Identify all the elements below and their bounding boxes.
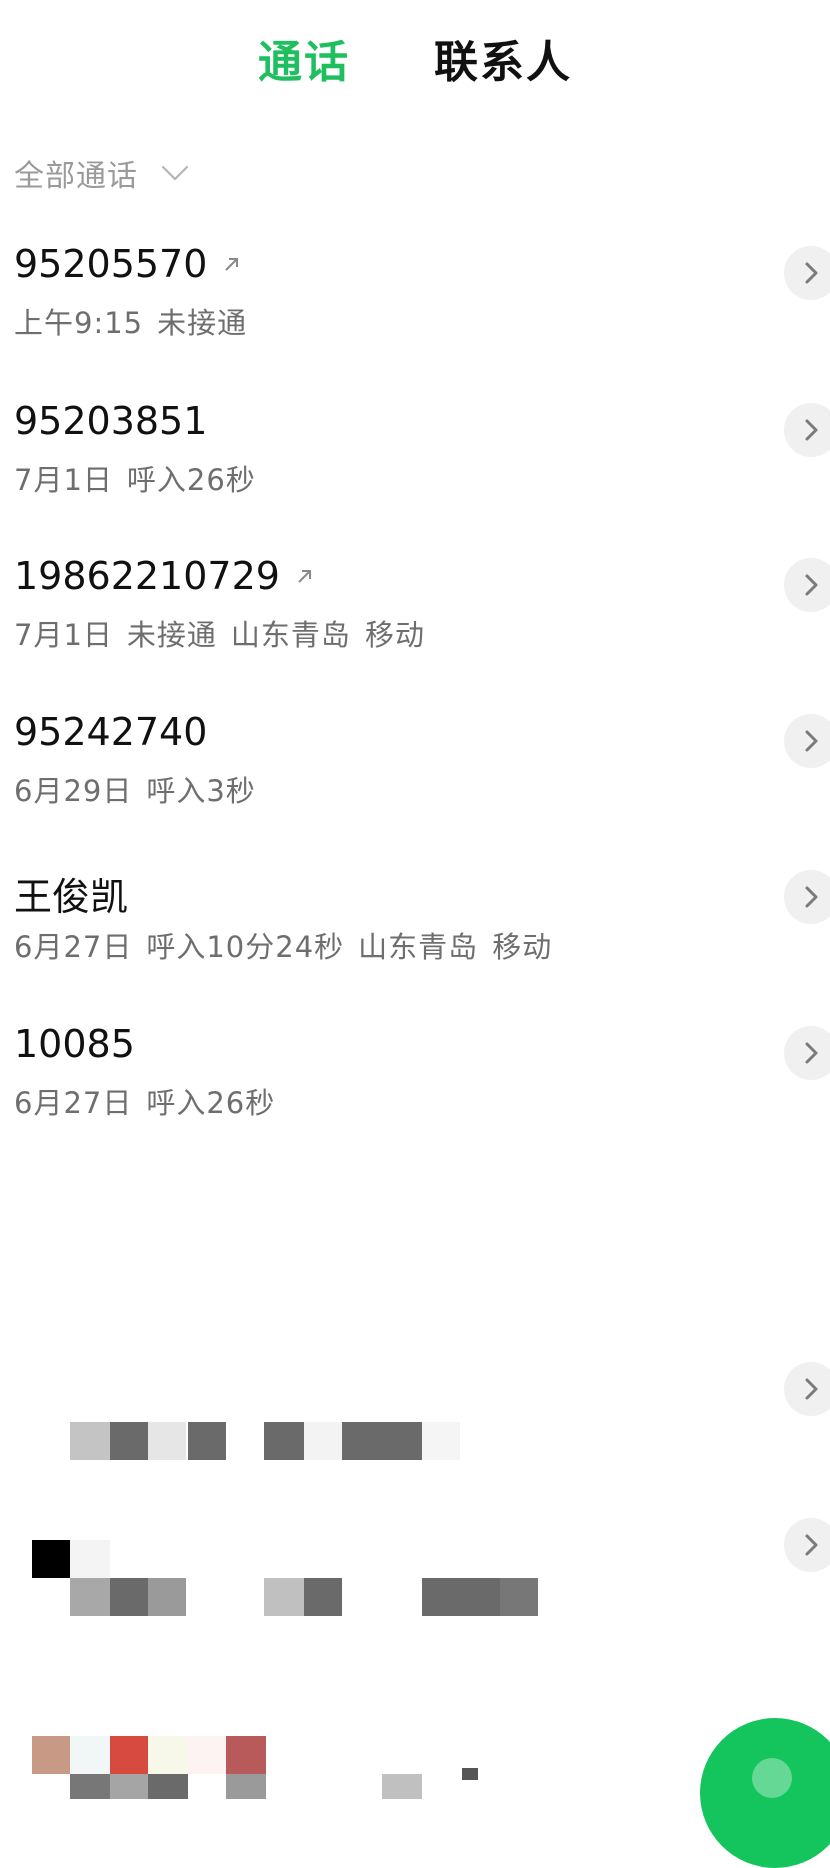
call-details-button[interactable] — [784, 403, 830, 457]
redacted-call-row[interactable] — [0, 1320, 830, 1616]
call-row[interactable]: 10085 6月27日 呼入26秒 — [0, 1008, 830, 1158]
redacted-pixel — [110, 1736, 148, 1774]
call-row[interactable]: 95203851 7月1日 呼入26秒 — [0, 385, 830, 535]
redacted-pixel — [110, 1774, 148, 1799]
redacted-pixel — [226, 1736, 266, 1774]
chevron-right-icon — [805, 419, 818, 441]
outgoing-call-arrow-icon — [298, 570, 311, 583]
call-row[interactable]: 王俊凯 6月27日 呼入10分24秒 山东青岛 移动 — [0, 852, 830, 1002]
call-filter-label: 全部通话 — [14, 159, 138, 194]
call-details: 6月27日 呼入26秒 — [14, 1080, 289, 1122]
call-details-button[interactable] — [784, 1026, 830, 1080]
call-date: 6月29日 — [14, 774, 133, 808]
redacted-pixel — [226, 1774, 266, 1799]
call-title: 19862210729 — [14, 554, 314, 598]
call-number: 10085 — [14, 1022, 135, 1066]
call-location: 山东青岛 — [230, 618, 351, 652]
call-title: 95205570 — [14, 242, 241, 286]
call-details: 7月1日 呼入26秒 — [14, 457, 270, 499]
call-details: 7月1日 未接通 山东青岛 移动 — [14, 612, 439, 654]
top-tabs: 通话 联系人 — [0, 18, 830, 88]
call-time: 上午9:15 — [14, 306, 144, 340]
redacted-call-row[interactable] — [0, 1164, 830, 1460]
call-number: 95205570 — [14, 242, 208, 286]
call-title: 95203851 — [14, 399, 207, 443]
call-status: 未接通 — [157, 306, 248, 340]
call-carrier: 移动 — [364, 618, 425, 652]
call-row[interactable]: 95242740 6月29日 呼入3秒 — [0, 696, 830, 846]
redacted-pixel — [188, 1736, 226, 1774]
dial-icon — [752, 1758, 792, 1798]
redacted-pixel — [462, 1768, 478, 1780]
tab-calls[interactable]: 通话 — [258, 26, 350, 90]
outgoing-call-arrow-icon — [225, 258, 239, 271]
call-status: 未接通 — [126, 618, 217, 652]
call-date: 7月1日 — [14, 463, 113, 497]
call-details: 6月29日 呼入3秒 — [14, 768, 270, 810]
call-number: 19862210729 — [14, 554, 280, 598]
call-date: 6月27日 — [14, 1086, 133, 1120]
chevron-right-icon — [805, 262, 818, 284]
call-details-button[interactable] — [784, 714, 830, 768]
redacted-pixel — [70, 1774, 110, 1799]
chevron-right-icon — [805, 574, 818, 596]
call-details: 上午9:15 未接通 — [14, 300, 261, 342]
call-details-button[interactable] — [784, 246, 830, 300]
call-details-button[interactable] — [784, 558, 830, 612]
redacted-pixel — [32, 1736, 70, 1774]
call-details-button[interactable] — [784, 870, 830, 924]
redacted-pixel — [382, 1774, 422, 1799]
call-title: 95242740 — [14, 710, 207, 754]
call-title: 王俊凯 — [14, 866, 128, 921]
call-number: 95242740 — [14, 710, 208, 754]
redacted-pixel — [148, 1774, 188, 1799]
tab-contacts[interactable]: 联系人 — [434, 26, 572, 90]
call-number: 95203851 — [14, 399, 208, 443]
call-status: 呼入10分24秒 — [146, 930, 345, 964]
call-date: 7月1日 — [14, 618, 113, 652]
call-row[interactable]: 95205570 上午9:15 未接通 — [0, 228, 830, 378]
call-row[interactable]: 19862210729 7月1日 未接通 山东青岛 移动 — [0, 540, 830, 690]
call-status: 呼入26秒 — [146, 1086, 276, 1120]
redacted-call-row[interactable] — [0, 1476, 830, 1799]
call-status: 呼入3秒 — [146, 774, 256, 808]
redacted-pixel — [148, 1736, 188, 1774]
call-title: 10085 — [14, 1022, 135, 1066]
dial-fab-button[interactable] — [700, 1718, 830, 1868]
call-details: 6月27日 呼入10分24秒 山东青岛 移动 — [14, 924, 566, 966]
call-filter-dropdown[interactable]: 全部通话 — [14, 148, 190, 198]
chevron-down-icon — [161, 165, 189, 181]
call-status: 呼入26秒 — [126, 463, 256, 497]
contact-name: 王俊凯 — [14, 875, 129, 919]
chevron-right-icon — [805, 1042, 818, 1064]
call-carrier: 移动 — [492, 930, 553, 964]
call-date: 6月27日 — [14, 930, 133, 964]
call-location: 山东青岛 — [358, 930, 479, 964]
chevron-right-icon — [805, 886, 818, 908]
redacted-pixel — [70, 1736, 110, 1774]
chevron-right-icon — [805, 730, 818, 752]
